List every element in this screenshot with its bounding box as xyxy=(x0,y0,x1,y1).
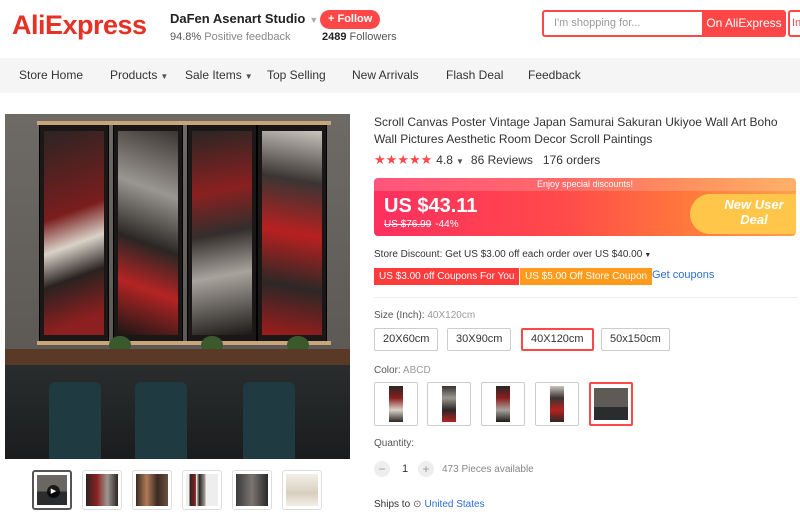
scroll-painting-warrior xyxy=(255,121,331,345)
nav-products[interactable]: Products ▼ xyxy=(110,58,168,93)
nav-store-home[interactable]: Store Home xyxy=(19,58,83,93)
search-input[interactable]: I'm shopping for... xyxy=(542,10,704,37)
quantity-value[interactable]: 1 xyxy=(402,463,408,475)
followers-label: Followers xyxy=(349,31,397,43)
discount-percent: -44% xyxy=(435,219,459,230)
quantity-increase-button[interactable]: + xyxy=(418,461,434,477)
store-discount-text: Store Discount: Get US $3.00 off each or… xyxy=(374,249,643,260)
coupon-5-off-store[interactable]: US $5.00 Off Store Coupon xyxy=(520,268,653,285)
nav-new-arrivals[interactable]: New Arrivals xyxy=(352,58,419,93)
search-in-store-button[interactable]: In xyxy=(788,10,800,37)
size-label: Size (Inch): 40X120cm xyxy=(374,310,475,321)
orders-count: 176 orders xyxy=(542,153,601,167)
color-label-text: Color: xyxy=(374,365,401,376)
ships-to-label: Ships to xyxy=(374,499,411,510)
store-name-text: DaFen Asenart Studio xyxy=(170,11,306,26)
nav-label: Top Selling xyxy=(267,68,326,82)
thumbnail-3[interactable] xyxy=(132,470,172,510)
play-icon: ▶ xyxy=(47,485,60,498)
color-option-a[interactable] xyxy=(374,382,418,426)
nav-sale-items[interactable]: Sale Items ▼ xyxy=(185,58,253,93)
reviews-link[interactable]: 86 Reviews xyxy=(471,153,533,167)
chevron-down-icon: ▼ xyxy=(644,252,652,259)
color-option-c[interactable] xyxy=(481,382,525,426)
current-price: US $43.11 xyxy=(384,195,478,217)
original-price: US $76.99 -44% xyxy=(384,219,459,230)
chair xyxy=(49,382,101,459)
search-button[interactable]: On AliExpress xyxy=(702,10,786,37)
size-option-40x120[interactable]: 40X120cm xyxy=(521,328,594,351)
size-option-20x60[interactable]: 20X60cm xyxy=(374,328,439,351)
nav-label: Store Home xyxy=(19,68,84,82)
store-feedback: 94.8% Positive feedback xyxy=(170,31,290,43)
nav-label: Flash Deal xyxy=(446,68,504,82)
chair xyxy=(135,382,187,459)
size-option-30x90[interactable]: 30X90cm xyxy=(447,328,512,351)
location-pin-icon: ⊙ xyxy=(413,499,422,510)
size-selected-value: 40X120cm xyxy=(427,310,476,321)
product-rating: ★★★★★ 4.8 ▼ 86 Reviews 176 orders xyxy=(374,152,600,168)
new-user-deal-text: New User Deal xyxy=(724,197,784,227)
chevron-down-icon[interactable]: ▼ xyxy=(456,157,464,166)
thumbnail-video[interactable]: ▶ xyxy=(32,470,72,510)
feedback-label: Positive feedback xyxy=(204,31,291,43)
price-panel: Enjoy special discounts! US $43.11 US $7… xyxy=(374,178,796,236)
thumbnail-4[interactable] xyxy=(182,470,222,510)
divider xyxy=(374,297,798,298)
ships-to: Ships to ⊙ United States xyxy=(374,499,485,510)
header: AliExpress DaFen Asenart Studio ▼ 94.8% P… xyxy=(0,0,800,58)
ships-to-country[interactable]: United States xyxy=(425,499,485,510)
color-selected-value: ABCD xyxy=(402,365,431,376)
followers: 2489 Followers xyxy=(322,31,397,43)
followers-count: 2489 xyxy=(322,31,347,43)
color-label: Color: ABCD xyxy=(374,365,431,376)
nav-feedback[interactable]: Feedback xyxy=(528,58,581,93)
rating-score[interactable]: 4.8 xyxy=(436,153,453,167)
scroll-painting-dragon xyxy=(111,121,187,345)
nav-label: Sale Items xyxy=(185,68,242,82)
price-banner: Enjoy special discounts! xyxy=(374,178,796,191)
product-main-image[interactable] xyxy=(5,114,350,459)
dining-table xyxy=(5,349,350,365)
store-discount[interactable]: Store Discount: Get US $3.00 off each or… xyxy=(374,249,651,260)
nav-label: Feedback xyxy=(528,68,581,82)
quantity-available: 473 Pieces available xyxy=(442,464,534,475)
store-name[interactable]: DaFen Asenart Studio ▼ xyxy=(170,11,318,26)
thumbnail-2[interactable] xyxy=(82,470,122,510)
nav-flash-deal[interactable]: Flash Deal xyxy=(446,58,503,93)
chevron-down-icon: ▼ xyxy=(160,72,169,81)
original-price-value: US $76.99 xyxy=(384,219,432,230)
chair xyxy=(243,382,295,459)
nav-label: Products xyxy=(110,68,158,82)
chevron-down-icon: ▼ xyxy=(244,72,253,81)
color-option-b[interactable] xyxy=(427,382,471,426)
size-option-50x150[interactable]: 50x150cm xyxy=(601,328,670,351)
quantity-label: Quantity: xyxy=(374,438,415,449)
aliexpress-logo[interactable]: AliExpress xyxy=(12,10,147,41)
color-option-d[interactable] xyxy=(535,382,579,426)
size-label-text: Size (Inch): xyxy=(374,310,425,321)
nav-top-selling[interactable]: Top Selling xyxy=(267,58,326,93)
chevron-down-icon: ▼ xyxy=(309,15,319,25)
nav-label: New Arrivals xyxy=(352,68,419,82)
star-rating-icon: ★★★★★ xyxy=(374,152,433,167)
product-title: Scroll Canvas Poster Vintage Japan Samur… xyxy=(374,115,778,146)
thumbnail-5[interactable] xyxy=(232,470,272,510)
feedback-value: 94.8% xyxy=(170,31,202,43)
coupon-3-off[interactable]: US $3.00 off Coupons For You xyxy=(374,268,520,285)
store-nav: Store Home Products ▼ Sale Items ▼ Top Sel… xyxy=(0,58,800,93)
thumbnail-6[interactable] xyxy=(282,470,322,510)
scroll-painting-geisha xyxy=(37,121,113,345)
quantity-decrease-button[interactable]: − xyxy=(374,461,390,477)
get-coupons-link[interactable]: Get coupons xyxy=(652,269,714,281)
follow-button[interactable]: + Follow xyxy=(320,10,381,29)
color-option-abcd[interactable] xyxy=(589,382,633,426)
scroll-painting-samurai xyxy=(185,121,261,345)
